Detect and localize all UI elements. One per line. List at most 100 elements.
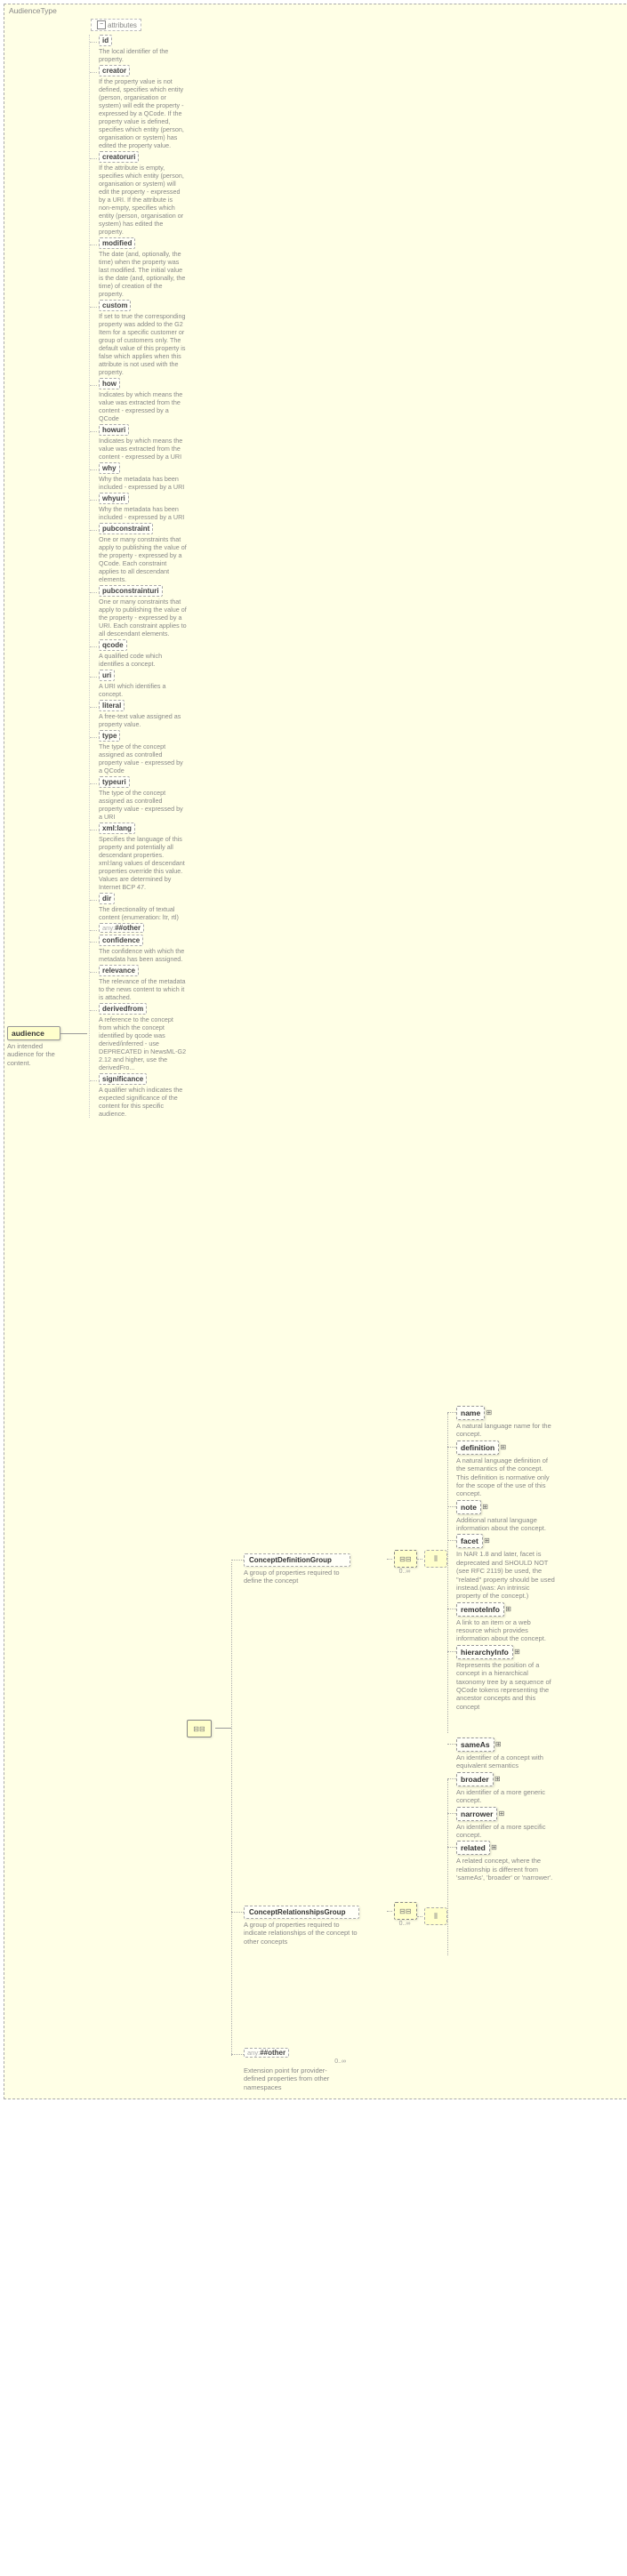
element-item: relatedA related concept, where the rela… [447, 1841, 559, 1882]
attribute-box[interactable]: literal [99, 700, 125, 711]
attribute-item: typeuriThe type of the concept assigned … [90, 776, 187, 821]
attribute-box[interactable]: xml:lang [99, 823, 135, 834]
element-desc: An identifier of a concept with equivale… [456, 1753, 556, 1770]
attribute-box[interactable]: qcode [99, 639, 127, 651]
attribute-box[interactable]: how [99, 378, 120, 389]
attribute-name: pubconstraint [102, 525, 149, 533]
any-desc: Extension point for provider-defined pro… [244, 2066, 346, 2091]
attribute-item: creatoruriIf the attribute is empty, spe… [90, 151, 187, 236]
attribute-name: xml:lang [102, 824, 132, 832]
attribute-item: how Indicates by which means the value wa… [90, 378, 187, 422]
any-element[interactable]: any:##other [244, 2048, 289, 2058]
attribute-box[interactable]: uri [99, 670, 115, 681]
attribute-box[interactable]: relevance [99, 965, 139, 976]
attribute-box[interactable]: confidence [99, 935, 143, 946]
schema-element[interactable]: narrower [456, 1807, 497, 1821]
attribute-item: customIf set to true the corresponding p… [90, 300, 187, 376]
attribute-desc: One or many constraints that apply to pu… [99, 535, 187, 583]
schema-element[interactable]: broader [456, 1772, 494, 1786]
attribute-desc: The local identifier of the property. [99, 47, 187, 63]
attribute-item: xml:lang Specifies the language of this p… [90, 823, 187, 891]
group-rel-desc: A group of properties required to indica… [244, 1921, 359, 1946]
schema-element[interactable]: name [456, 1406, 485, 1420]
attribute-desc: The confidence with which the metadata h… [99, 947, 187, 963]
attribute-box[interactable]: howuri [99, 424, 129, 436]
any-attr-prefix: any: [102, 924, 115, 932]
element-item: noteAdditional natural language informat… [447, 1500, 559, 1533]
attribute-name: why [102, 464, 117, 472]
element-desc: A natural language definition of the sem… [456, 1457, 556, 1498]
attribute-box[interactable]: id [99, 35, 112, 46]
attribute-item: uriA URI which identifies a concept. [90, 670, 187, 698]
attribute-box[interactable]: typeuri [99, 776, 130, 788]
attribute-desc: The directionality of textual content (e… [99, 905, 187, 921]
attribute-item: qcode A qualified code which identifies a… [90, 639, 187, 668]
element-desc: Represents the position of a concept in … [456, 1661, 556, 1711]
attribute-item: typeThe type of the concept assigned as … [90, 730, 187, 774]
choice-def: ⫴ [424, 1550, 447, 1568]
attribute-box[interactable]: derivedfrom [99, 1003, 147, 1015]
attribute-desc: Indicates by which means the value was e… [99, 437, 187, 461]
attributes-label: attributes [108, 21, 137, 29]
any-attribute-item: any:##other [90, 923, 187, 933]
attribute-box[interactable]: dir [99, 893, 115, 904]
attribute-box[interactable]: why [99, 462, 120, 474]
attributes-group[interactable]: − attributes [91, 19, 141, 31]
attribute-box[interactable]: custom [99, 300, 131, 311]
attribute-name: literal [102, 702, 121, 710]
minus-icon[interactable]: − [97, 20, 106, 29]
schema-element[interactable]: note [456, 1500, 481, 1514]
schema-element[interactable]: definition [456, 1440, 499, 1455]
attribute-item: derivedfromA reference to the concept fr… [90, 1003, 187, 1071]
attribute-box[interactable]: pubconstraint [99, 523, 153, 534]
schema-element[interactable]: remoteInfo [456, 1602, 504, 1617]
element-name: note [461, 1503, 477, 1512]
attribute-item: howuriIndicates by which means the value… [90, 424, 187, 461]
attribute-item: dir The directionality of textual content… [90, 893, 187, 921]
schema-element[interactable]: facet [456, 1534, 483, 1548]
concept-definition-group[interactable]: ConceptDefinitionGroup [244, 1553, 350, 1567]
root-element[interactable]: audience [7, 1026, 60, 1040]
attribute-name: dir [102, 895, 111, 903]
attribute-box[interactable]: whyuri [99, 493, 129, 504]
attribute-box[interactable]: creator [99, 65, 130, 76]
attribute-box[interactable]: type [99, 730, 120, 742]
attribute-box[interactable]: pubconstrainturi [99, 585, 163, 597]
attribute-name: how [102, 380, 117, 388]
element-name: sameAs [461, 1740, 490, 1749]
root-element-name: audience [12, 1029, 56, 1038]
seq-rel-occurs: 0..∞ [392, 1921, 417, 1927]
attribute-item: modifiedThe date (and, optionally, the t… [90, 237, 187, 298]
element-name: definition [461, 1443, 494, 1452]
element-item: narrowerAn identifier of a more specific… [447, 1807, 559, 1840]
attribute-name: qcode [102, 641, 124, 649]
attribute-desc: The relevance of the metadata to the new… [99, 977, 187, 1001]
schema-element[interactable]: related [456, 1841, 490, 1855]
attribute-name: confidence [102, 936, 140, 944]
element-name: related [461, 1843, 486, 1852]
attribute-box[interactable]: modified [99, 237, 135, 249]
sequence-indicator: ⊟⊟ [187, 1720, 212, 1737]
attribute-desc: One or many constraints that apply to pu… [99, 598, 187, 638]
attribute-desc: Indicates by which means the value was e… [99, 390, 187, 422]
any-attribute[interactable]: any:##other [99, 923, 144, 933]
attribute-desc: A free-text value assigned as property v… [99, 712, 187, 728]
concept-relationships-group[interactable]: ConceptRelationshipsGroup [244, 1906, 359, 1919]
attribute-desc: A qualified code which identifies a conc… [99, 652, 187, 668]
attribute-desc: A qualifier which indicates the expected… [99, 1086, 187, 1118]
attribute-desc: Specifies the language of this property … [99, 835, 187, 891]
element-desc: A natural language name for the concept. [456, 1422, 556, 1439]
attribute-item: pubconstraint One or many constraints tha… [90, 523, 187, 583]
attribute-name: typeuri [102, 778, 126, 786]
attribute-box[interactable]: creatoruri [99, 151, 139, 163]
attribute-desc: The type of the concept assigned as cont… [99, 742, 187, 774]
schema-element[interactable]: sameAs [456, 1737, 494, 1752]
element-name: narrower [461, 1810, 493, 1818]
element-item: definition A natural language definition … [447, 1440, 559, 1498]
sequence-def: ⊟⊟ [394, 1550, 417, 1568]
attribute-box[interactable]: significance [99, 1073, 147, 1085]
schema-element[interactable]: hierarchyInfo [456, 1645, 513, 1659]
attribute-name: uri [102, 671, 111, 679]
element-name: broader [461, 1775, 489, 1784]
element-item: hierarchyInfo Represents the position of … [447, 1645, 559, 1711]
